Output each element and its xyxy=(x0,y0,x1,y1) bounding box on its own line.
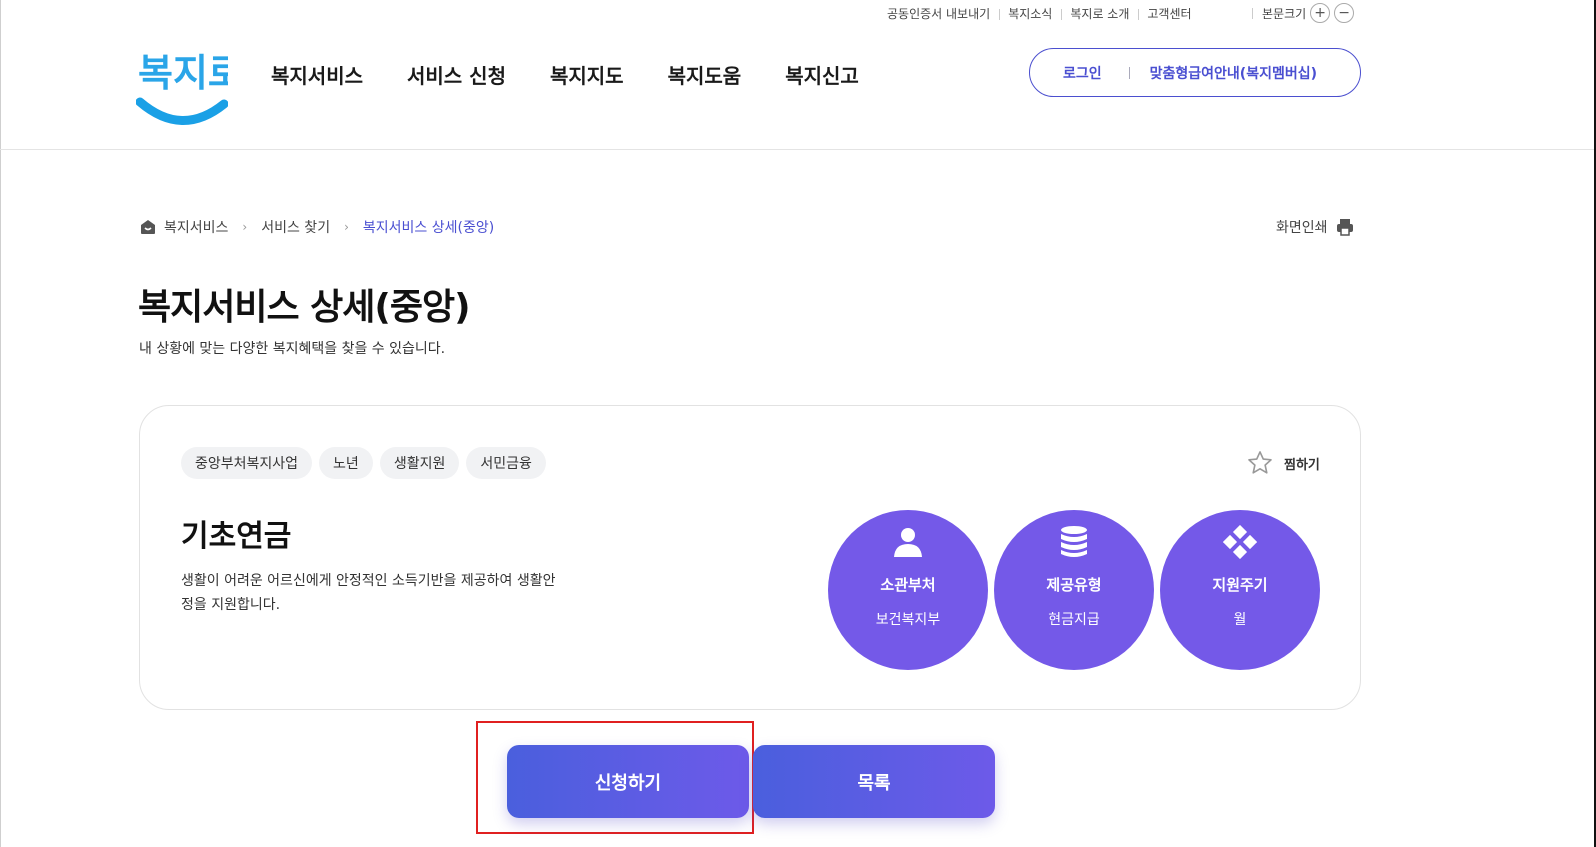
breadcrumb-current: 복지서비스 상세(중앙) xyxy=(362,220,495,236)
bokjiro-logo[interactable]: 복지로 xyxy=(135,40,243,130)
nav-welfare-help[interactable]: 복지도움 xyxy=(668,60,742,89)
logo-text: 복지로 xyxy=(138,51,228,95)
login-link[interactable]: 로그인 xyxy=(1063,63,1102,83)
service-info-circles: 소관부처 보건복지부 제공유형 현금지급 지원주기 월 xyxy=(828,510,1320,670)
membership-link[interactable]: 맞춤형급여안내(복지멤버십) xyxy=(1150,63,1317,83)
coins-icon xyxy=(1054,522,1094,562)
font-size-control: 본문크기 + − xyxy=(1252,3,1355,23)
frame-left-edge xyxy=(0,0,1,847)
info-provision-type-label: 제공유형 xyxy=(1046,576,1102,594)
header-divider xyxy=(0,149,1594,150)
print-label: 화면인쇄 xyxy=(1276,220,1328,236)
info-support-cycle-label: 지원주기 xyxy=(1212,576,1268,594)
about-bokjiro-link[interactable]: 복지로 소개 xyxy=(1061,5,1138,22)
service-card: 중앙부처복지사업 노년 생활지원 서민금융 찜하기 기초연금 생활이 어려운 어… xyxy=(139,405,1361,710)
divider xyxy=(1128,66,1130,79)
home-icon[interactable] xyxy=(140,219,156,235)
tag-living-support: 생활지원 xyxy=(379,447,460,479)
breadcrumb: 복지서비스 › 서비스 찾기 › 복지서비스 상세(중앙) xyxy=(140,217,494,237)
nav-service-apply[interactable]: 서비스 신청 xyxy=(407,60,506,89)
tag-list: 중앙부처복지사업 노년 생활지원 서민금융 xyxy=(181,447,546,479)
welfare-news-link[interactable]: 복지소식 xyxy=(999,5,1061,22)
login-box: 로그인 맞춤형급여안내(복지멤버십) xyxy=(1029,48,1361,97)
chevron-right-icon: › xyxy=(344,220,349,234)
cycle-icon xyxy=(1220,522,1260,562)
tag-microfinance: 서민금융 xyxy=(466,447,546,479)
info-ministry: 소관부처 보건복지부 xyxy=(828,510,988,670)
printer-icon xyxy=(1336,219,1353,236)
favorite-label: 찜하기 xyxy=(1284,457,1320,473)
info-provision-type: 제공유형 현금지급 xyxy=(994,510,1154,670)
font-decrease-button[interactable]: − xyxy=(1334,3,1355,23)
tag-old-age: 노년 xyxy=(319,447,373,479)
favorite-button[interactable]: 찜하기 xyxy=(1246,449,1320,477)
export-certificate-link[interactable]: 공동인증서 내보내기 xyxy=(878,5,999,22)
breadcrumb-item-welfare-service[interactable]: 복지서비스 xyxy=(164,217,228,237)
chevron-right-icon: › xyxy=(242,220,248,234)
utility-bar: 공동인증서 내보내기 복지소식 복지로 소개 고객센터 xyxy=(878,3,1201,23)
info-support-cycle-value: 월 xyxy=(1233,612,1247,628)
breadcrumb-item-service-search[interactable]: 서비스 찾기 xyxy=(261,217,330,237)
info-ministry-label: 소관부처 xyxy=(880,576,936,594)
apply-button[interactable]: 신청하기 xyxy=(507,745,749,818)
page-description: 내 상황에 맞는 다양한 복지혜택을 찾을 수 있습니다. xyxy=(139,341,446,357)
print-button[interactable]: 화면인쇄 xyxy=(1276,217,1354,237)
nav-welfare-service[interactable]: 복지서비스 xyxy=(271,60,363,89)
page-title: 복지서비스 상세(중앙) xyxy=(138,287,471,328)
font-size-label: 본문크기 xyxy=(1262,6,1307,21)
person-icon xyxy=(888,522,928,562)
customer-center-link[interactable]: 고객센터 xyxy=(1138,5,1200,22)
info-ministry-value: 보건복지부 xyxy=(875,612,941,628)
star-icon xyxy=(1248,451,1272,474)
tag-central-ministry: 중앙부처복지사업 xyxy=(181,447,313,479)
service-description: 생활이 어려운 어르신에게 안정적인 소득기반을 제공하여 생활안정을 지원합니… xyxy=(181,573,556,613)
info-support-cycle: 지원주기 월 xyxy=(1160,510,1320,670)
info-provision-type-value: 현금지급 xyxy=(1048,612,1100,628)
service-title: 기초연금 xyxy=(181,519,292,554)
nav-welfare-map[interactable]: 복지지도 xyxy=(550,60,624,89)
list-button[interactable]: 목록 xyxy=(753,745,995,818)
main-navigation: 복지서비스 서비스 신청 복지지도 복지도움 복지신고 xyxy=(271,60,903,89)
divider xyxy=(1252,7,1253,19)
bokjiro-logo-icon: 복지로 xyxy=(135,51,243,125)
nav-welfare-report[interactable]: 복지신고 xyxy=(785,60,859,89)
font-increase-button[interactable]: + xyxy=(1310,3,1331,23)
